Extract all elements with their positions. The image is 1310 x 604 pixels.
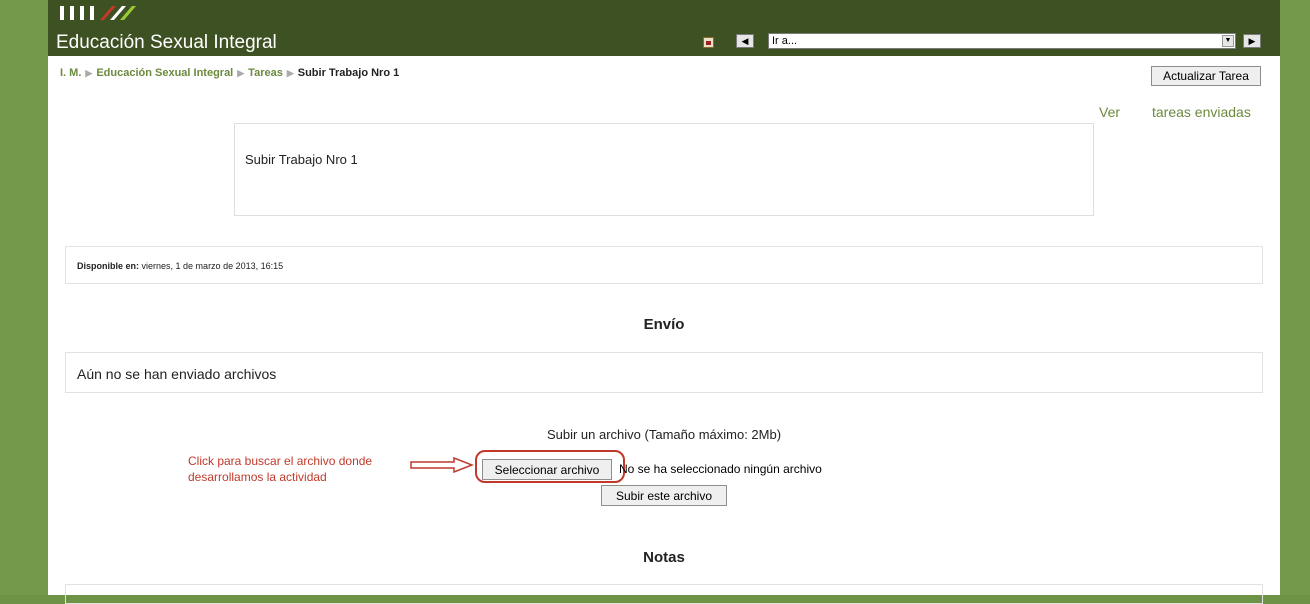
- annotation-line-2: desarrollamos la actividad: [188, 470, 327, 484]
- previous-activity-button[interactable]: ◀: [736, 34, 754, 48]
- upload-file-button[interactable]: Subir este archivo: [601, 485, 727, 506]
- arrow-left-icon: ◀: [741, 35, 749, 46]
- no-file-selected-text: No se ha seleccionado ningún archivo: [619, 462, 822, 476]
- assignment-intro-box: Subir Trabajo Nro 1: [234, 123, 1094, 216]
- breadcrumb: I. M. ▶ Educación Sexual Integral ▶ Tareas ▶ S…: [60, 67, 399, 79]
- right-border: [1280, 0, 1310, 595]
- select-file-button[interactable]: Seleccionar archivo: [482, 459, 612, 480]
- upload-label: Subir un archivo (Tamaño máximo: 2Mb): [546, 427, 782, 442]
- breadcrumb-separator-icon: ▶: [286, 68, 294, 78]
- availability-box: Disponible en: viernes, 1 de marzo de 20…: [65, 246, 1263, 284]
- jump-to-select[interactable]: Ir a... ▼: [768, 33, 1236, 49]
- annotation-arrow-icon: [410, 457, 474, 473]
- grades-box: [65, 584, 1263, 604]
- no-files-text: Aún no se han enviado archivos: [77, 366, 277, 382]
- no-files-box: Aún no se han enviado archivos: [65, 352, 1263, 393]
- breadcrumb-current: Subir Trabajo Nro 1: [297, 67, 400, 79]
- site-header: Educación Sexual Integral ◀ Ir a... ▼ ▶: [48, 0, 1280, 56]
- breadcrumb-home[interactable]: I. M.: [60, 67, 81, 79]
- annotation-line-1: Click para buscar el archivo donde: [188, 454, 373, 468]
- annotation-text: Click para buscar el archivo donde desar…: [188, 453, 372, 485]
- jump-to-value: Ir a...: [772, 35, 798, 47]
- submitted-assignments-link[interactable]: tareas enviadas: [1152, 104, 1251, 120]
- update-assignment-button[interactable]: Actualizar Tarea: [1151, 66, 1261, 86]
- page-content: Educación Sexual Integral ◀ Ir a... ▼ ▶ …: [48, 0, 1280, 604]
- view-submissions-link[interactable]: Ver: [1099, 104, 1120, 120]
- breadcrumb-separator-icon: ▶: [85, 68, 93, 78]
- available-label: Disponible en:: [77, 261, 140, 271]
- breadcrumb-course[interactable]: Educación Sexual Integral: [96, 67, 233, 79]
- assignment-intro-text: Subir Trabajo Nro 1: [245, 152, 358, 167]
- available-date: viernes, 1 de marzo de 2013, 16:15: [141, 261, 284, 271]
- arrow-right-icon: ▶: [1248, 35, 1256, 46]
- breadcrumb-separator-icon: ▶: [237, 68, 245, 78]
- next-activity-button[interactable]: ▶: [1243, 34, 1261, 48]
- grades-heading: Notas: [643, 549, 685, 566]
- site-title[interactable]: Educación Sexual Integral: [56, 32, 277, 54]
- site-logo: [60, 6, 136, 20]
- gradebook-icon[interactable]: [703, 37, 714, 48]
- left-border: [0, 0, 48, 595]
- breadcrumb-tareas[interactable]: Tareas: [248, 67, 283, 79]
- submission-heading: Envío: [643, 316, 685, 333]
- dropdown-arrow-icon[interactable]: ▼: [1222, 35, 1234, 47]
